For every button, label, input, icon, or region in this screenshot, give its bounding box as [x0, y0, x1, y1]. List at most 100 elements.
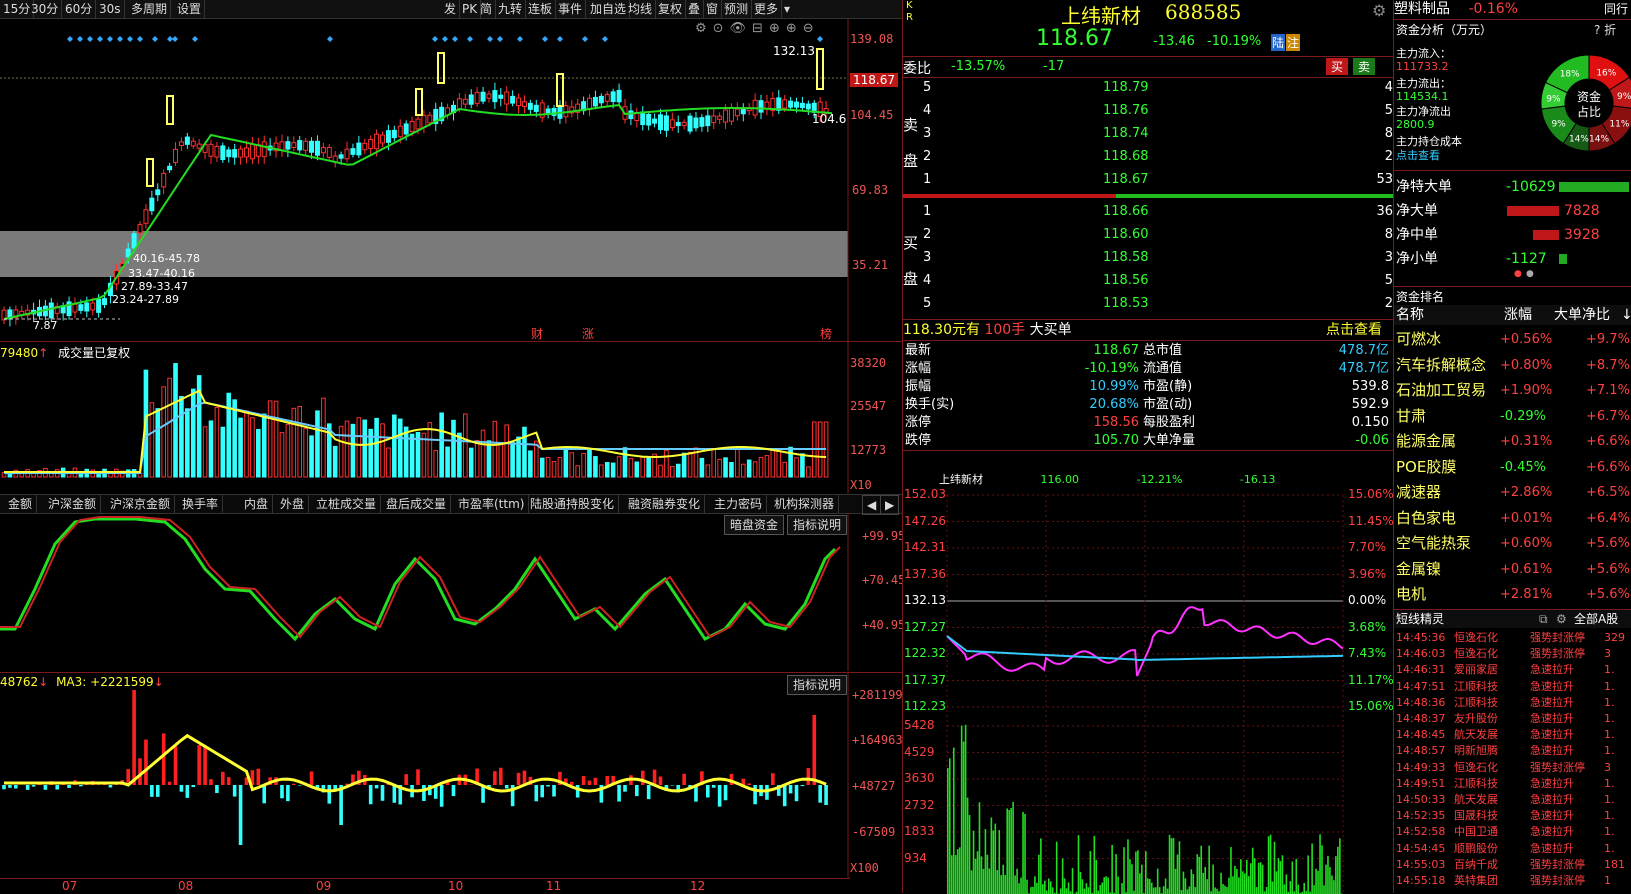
- ask-row-4[interactable]: 4118.765: [903, 100, 1393, 122]
- bid-row-1[interactable]: 1118.6636: [903, 201, 1393, 223]
- news-row[interactable]: 14:47:51江顺科技急速拉升1.: [1394, 679, 1631, 695]
- indicator-tab-8[interactable]: 市盈率(ttm): [454, 495, 529, 513]
- news-row[interactable]: 14:49:33恒逸石化强势封涨停3: [1394, 760, 1631, 776]
- toolbar-right-item-3[interactable]: 九转: [495, 0, 526, 18]
- indicator-tab-5[interactable]: 外盘: [276, 495, 309, 513]
- toolbar-right-item-10[interactable]: 窗: [703, 0, 722, 18]
- indicator-tab-1[interactable]: 沪深金额: [44, 495, 101, 513]
- indicator-tab-2[interactable]: 沪深京金额: [106, 495, 175, 513]
- toolbar-right-item-11[interactable]: 预测: [721, 0, 752, 18]
- ranking-row[interactable]: 白色家电+0.01%+6.4%: [1394, 506, 1631, 531]
- sell-button[interactable]: 卖: [1353, 58, 1375, 75]
- toolbar-right-item-5[interactable]: 事件: [555, 0, 586, 18]
- news-expand-icon[interactable]: ⧉: [1539, 610, 1548, 628]
- indicator-tab-0[interactable]: 金额: [4, 495, 37, 513]
- news-settings-icon[interactable]: ⚙: [1556, 610, 1567, 628]
- toolbar-item-2[interactable]: 60分: [62, 0, 96, 18]
- ranking-col-ratio[interactable]: 大单净比: [1554, 305, 1610, 325]
- ranking-row[interactable]: 金属镍+0.61%+5.6%: [1394, 557, 1631, 582]
- indicator-tab-10[interactable]: 融资融券变化: [624, 495, 705, 513]
- bid-row-5[interactable]: 5118.532: [903, 293, 1393, 315]
- indicator-tab-9[interactable]: 陆股通持股变化: [526, 495, 619, 513]
- news-row[interactable]: 14:52:35国晟科技急速拉升1.: [1394, 808, 1631, 824]
- ask-row-3[interactable]: 3118.748: [903, 123, 1393, 145]
- bid-row-3[interactable]: 3118.583: [903, 247, 1393, 269]
- event-marker-limit[interactable]: 涨: [582, 325, 594, 341]
- news-row[interactable]: 14:55:03百纳千成强势封涨停181: [1394, 857, 1631, 873]
- toolbar-item-3[interactable]: 30s: [96, 0, 125, 18]
- indicator-tab-4[interactable]: 内盘: [240, 495, 273, 513]
- news-row[interactable]: 14:48:37友升股份急速拉升1.: [1394, 711, 1631, 727]
- indicator-tab-12[interactable]: 机构探测器: [770, 495, 839, 513]
- flow-panel[interactable]: 48762↓ MA3: +2221599↓ 指标说明 +281199 +1649…: [0, 672, 902, 879]
- kline-panel[interactable]: ⚙⊙👁⊟⊕⊕⊖ 139.08 104.45 69.83 35.21 118.67…: [0, 19, 902, 341]
- toolbar-right-item-9[interactable]: 叠: [685, 0, 704, 18]
- news-row[interactable]: 14:50:33航天发展急速拉升1.: [1394, 792, 1631, 808]
- ask-row-5[interactable]: 5118.794: [903, 77, 1393, 99]
- news-row[interactable]: 14:48:36江顺科技急速拉升1.: [1394, 695, 1631, 711]
- ask-row-1[interactable]: 1118.6753: [903, 169, 1393, 191]
- ranking-row[interactable]: 甘肃-0.29%+6.7%: [1394, 404, 1631, 429]
- event-marker-rank[interactable]: 榜: [820, 325, 832, 341]
- toolbar-dropdown-icon[interactable]: ▾: [781, 0, 793, 18]
- tab-scroll-left-icon[interactable]: ◀: [862, 495, 881, 515]
- volume-chart[interactable]: [0, 342, 902, 494]
- big-order-link[interactable]: 点击查看: [1326, 320, 1382, 340]
- news-row[interactable]: 14:54:45顺鹏股份急速拉升1.: [1394, 841, 1631, 857]
- intraday-vol-bar: [1064, 878, 1066, 894]
- news-row[interactable]: 14:45:36恒逸石化强势封涨停329: [1394, 630, 1631, 646]
- news-row[interactable]: 14:48:45航天发展急速拉升1.: [1394, 727, 1631, 743]
- toolbar-item-1[interactable]: 30分: [28, 0, 62, 18]
- ranking-col-name[interactable]: 名称: [1396, 305, 1424, 325]
- toolbar-right-item-12[interactable]: 更多: [751, 0, 782, 18]
- bid-row-2[interactable]: 2118.608: [903, 224, 1393, 246]
- toolbar-right-item-4[interactable]: 连板: [525, 0, 556, 18]
- intraday-panel[interactable]: 上纬新材 116.00 -12.21% -16.13 152.0315.06%1…: [903, 450, 1393, 894]
- news-row[interactable]: 14:52:58中国卫通急速拉升1.: [1394, 824, 1631, 840]
- settings-icon[interactable]: ⚙: [1372, 1, 1386, 20]
- ranking-row[interactable]: 石油加工贸易+1.90%+7.1%: [1394, 378, 1631, 403]
- indicator-tab-11[interactable]: 主力密码: [710, 495, 767, 513]
- toolbar-right-item-8[interactable]: 复权: [655, 0, 686, 18]
- ask-row-2[interactable]: 2118.682: [903, 146, 1393, 168]
- toolbar-item-4[interactable]: 多周期: [128, 0, 171, 18]
- dark-pool-button[interactable]: 暗盘资金: [724, 515, 784, 535]
- oscillator-panel[interactable]: 暗盘资金 指标说明 +99.95 +70.45 +40.95: [0, 513, 902, 671]
- news-row[interactable]: 14:48:57明新旭腾急速拉升1.: [1394, 743, 1631, 759]
- news-filter[interactable]: 全部A股: [1574, 610, 1618, 628]
- sector-row[interactable]: 塑料制品 -0.16% 同行: [1394, 0, 1631, 18]
- sort-desc-icon[interactable]: ↓: [1621, 305, 1631, 325]
- toolbar-right-item-2[interactable]: 简: [477, 0, 496, 18]
- bid-row-4[interactable]: 4118.565: [903, 270, 1393, 292]
- ranking-row[interactable]: 汽车拆解概念+0.80%+8.7%: [1394, 353, 1631, 378]
- ranking-row[interactable]: 电机+2.81%+5.6%: [1394, 582, 1631, 607]
- fund-help[interactable]: ? 折: [1594, 21, 1616, 38]
- toolbar-right-item-6[interactable]: 加自选: [587, 0, 630, 18]
- indicator-help-button[interactable]: 指标说明: [787, 515, 847, 535]
- news-row[interactable]: 14:55:18英特集团强势封涨停1: [1394, 873, 1631, 889]
- ranking-col-pct[interactable]: 涨幅: [1504, 305, 1532, 325]
- ranking-row[interactable]: 空气能热泵+0.60%+5.6%: [1394, 531, 1631, 556]
- indicator-tab-7[interactable]: 盘后成交量: [382, 495, 451, 513]
- indicator-tab-3[interactable]: 换手率: [178, 495, 223, 513]
- flow-chart[interactable]: [0, 673, 902, 879]
- event-marker-finance[interactable]: 财: [531, 325, 543, 341]
- news-row[interactable]: 14:49:51江顺科技急速拉升1.: [1394, 776, 1631, 792]
- news-row[interactable]: 14:46:31爱丽家居急速拉升1.: [1394, 662, 1631, 678]
- ranking-row[interactable]: POE胶膜-0.45%+6.6%: [1394, 455, 1631, 480]
- tab-scroll-right-icon[interactable]: ▶: [880, 495, 899, 515]
- hold-cost-link[interactable]: 点击查看: [1396, 147, 1440, 163]
- ranking-row[interactable]: 能源金属+0.31%+6.6%: [1394, 429, 1631, 454]
- buy-button[interactable]: 买: [1326, 58, 1348, 75]
- ranking-row[interactable]: 可燃冰+0.56%+9.7%: [1394, 327, 1631, 352]
- oscillator-chart[interactable]: [0, 513, 902, 671]
- flow-help-button[interactable]: 指标说明: [787, 675, 847, 695]
- volume-panel[interactable]: 79480↑ 成交量已复权 38320 25547 12773 X10: [0, 341, 902, 494]
- toolbar-right-item-7[interactable]: 均线: [625, 0, 656, 18]
- toolbar-item-5[interactable]: 设置: [174, 0, 205, 18]
- toolbar-right-item-0[interactable]: 发: [441, 0, 460, 18]
- intraday-chart[interactable]: [903, 451, 1393, 894]
- ranking-row[interactable]: 减速器+2.86%+6.5%: [1394, 480, 1631, 505]
- indicator-tab-6[interactable]: 立桩成交量: [312, 495, 381, 513]
- news-row[interactable]: 14:46:03恒逸石化强势封涨停3: [1394, 646, 1631, 662]
